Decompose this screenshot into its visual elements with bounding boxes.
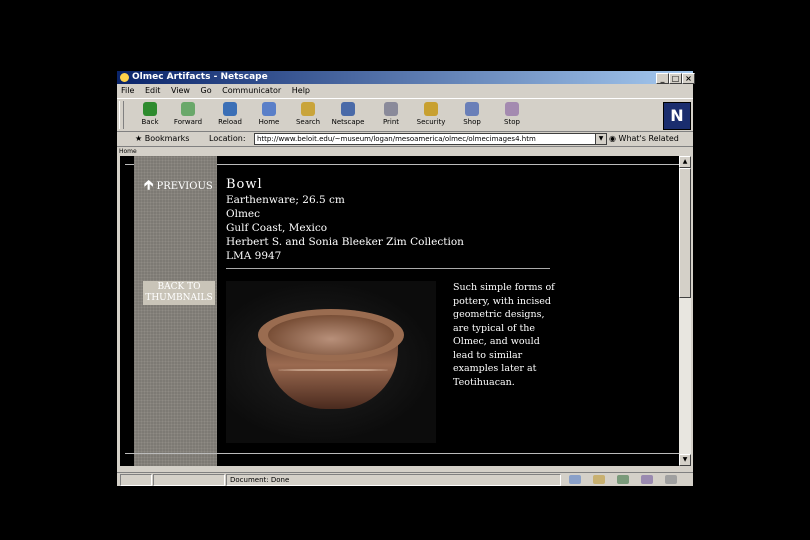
artifact-info: Bowl Earthenware; 26.5 cm Olmec Gulf Coa…	[226, 176, 464, 263]
bowl-photo	[226, 281, 436, 443]
search-label: Search	[295, 118, 321, 126]
artifact-catalog: LMA 9947	[226, 250, 282, 262]
page-content: 🡱 PREVIOUS BACK TO THUMBNAILS Bowl Earth…	[120, 156, 679, 466]
toolbar-grip[interactable]	[119, 101, 124, 129]
shop-button[interactable]: Shop	[453, 101, 491, 130]
bowl-interior	[268, 315, 394, 355]
navigator-component-icon[interactable]	[569, 475, 581, 484]
netscape-logo[interactable]: N	[663, 102, 691, 130]
bowl-incised-line	[278, 369, 388, 371]
search-icon	[301, 102, 315, 116]
shop-icon	[465, 102, 479, 116]
menu-view[interactable]: View	[171, 86, 190, 95]
security-label: Security	[416, 118, 446, 126]
location-toolbar: ★ Bookmarks Location: http://www.beloit.…	[117, 131, 693, 147]
up-arrow-icon: 🡱	[144, 178, 154, 193]
menu-edit[interactable]: Edit	[145, 86, 161, 95]
bookmarks-label: Bookmarks	[144, 134, 190, 143]
artifact-location: Gulf Coast, Mexico	[226, 222, 328, 234]
stop-label: Stop	[504, 118, 520, 126]
menu-file[interactable]: File	[121, 86, 134, 95]
forward-arrow-icon	[181, 102, 195, 116]
lock-icon	[424, 102, 438, 116]
scroll-track[interactable]	[679, 298, 691, 454]
back-label: Back	[141, 118, 159, 126]
stop-button[interactable]: Stop	[493, 101, 531, 130]
whats-related-label: What's Related	[618, 134, 679, 143]
groups-component-icon[interactable]	[617, 475, 629, 484]
scroll-up-button[interactable]: ▲	[679, 156, 691, 168]
previous-link[interactable]: 🡱 PREVIOUS	[144, 176, 213, 198]
stop-icon	[505, 102, 519, 116]
netscape-icon	[341, 102, 355, 116]
navigation-toolbar: Back Forward Reload Home Search Netscape Print…	[117, 98, 693, 132]
personal-toolbar: Home	[117, 147, 693, 156]
print-icon	[384, 102, 398, 116]
resize-grip-icon[interactable]	[665, 475, 677, 484]
location-label: Location:	[209, 134, 246, 143]
back-arrow-icon	[143, 102, 157, 116]
close-button[interactable]: ×	[682, 73, 695, 84]
nav-sidebar: 🡱 PREVIOUS BACK TO THUMBNAILS	[134, 156, 217, 466]
netscape-label: Netscape	[331, 118, 365, 126]
back-label-line1: BACK TO	[157, 282, 201, 292]
print-button[interactable]: Print	[372, 101, 410, 130]
reload-button[interactable]: Reload	[211, 101, 249, 130]
security-indicator[interactable]	[120, 474, 152, 486]
browser-window: Olmec Artifacts - Netscape _ □ × File Ed…	[117, 71, 695, 486]
minimize-button[interactable]: _	[656, 73, 669, 84]
artifact-material: Earthenware; 26.5 cm	[226, 194, 345, 206]
previous-label: PREVIOUS	[156, 181, 213, 192]
back-to-thumbnails-link[interactable]: BACK TO THUMBNAILS	[143, 281, 215, 305]
artifact-culture: Olmec	[226, 208, 261, 220]
info-divider	[226, 268, 550, 269]
window-title: Olmec Artifacts - Netscape	[132, 72, 268, 82]
search-button[interactable]: Search	[289, 101, 327, 130]
reload-icon	[223, 102, 237, 116]
shop-label: Shop	[463, 118, 481, 126]
menu-bar: File Edit View Go Communicator Help	[117, 84, 693, 97]
print-label: Print	[382, 118, 400, 126]
composer-component-icon[interactable]	[641, 475, 653, 484]
menu-communicator[interactable]: Communicator	[222, 86, 281, 95]
scroll-down-button[interactable]: ▼	[679, 454, 691, 466]
vertical-scrollbar[interactable]: ▲ ▼	[679, 156, 691, 466]
artifact-collection: Herbert S. and Sonia Bleeker Zim Collect…	[226, 236, 464, 248]
url-dropdown-button[interactable]: ▼	[595, 133, 607, 145]
reload-label: Reload	[218, 118, 242, 126]
home-button[interactable]: Home	[250, 101, 288, 130]
back-button[interactable]: Back	[131, 101, 169, 130]
netscape-app-icon	[120, 73, 129, 82]
forward-label: Forward	[173, 118, 203, 126]
home-tab[interactable]: Home	[119, 148, 137, 155]
scroll-thumb[interactable]	[679, 168, 691, 298]
whats-related-button[interactable]: ◉ What's Related	[609, 131, 679, 146]
back-label-line2: THUMBNAILS	[145, 293, 213, 303]
security-button[interactable]: Security	[412, 101, 450, 130]
artifact-description: Such simple forms of pottery, with incis…	[453, 282, 555, 388]
progress-bar	[153, 474, 225, 486]
status-text: Document: Done	[226, 474, 561, 486]
status-bar: Document: Done	[117, 472, 693, 486]
netscape-button[interactable]: Netscape	[329, 101, 367, 130]
maximize-button[interactable]: □	[669, 73, 682, 84]
forward-button[interactable]: Forward	[169, 101, 207, 130]
home-icon	[262, 102, 276, 116]
artifact-title: Bowl	[226, 177, 263, 192]
bottom-divider	[125, 453, 679, 454]
menu-go[interactable]: Go	[201, 86, 212, 95]
bookmarks-button[interactable]: ★ Bookmarks	[135, 131, 189, 146]
mail-component-icon[interactable]	[593, 475, 605, 484]
menu-help[interactable]: Help	[292, 86, 310, 95]
url-field[interactable]: http://www.beloit.edu/~museum/logan/meso…	[254, 133, 597, 145]
home-label: Home	[258, 118, 280, 126]
title-bar: Olmec Artifacts - Netscape _ □ ×	[117, 71, 695, 84]
